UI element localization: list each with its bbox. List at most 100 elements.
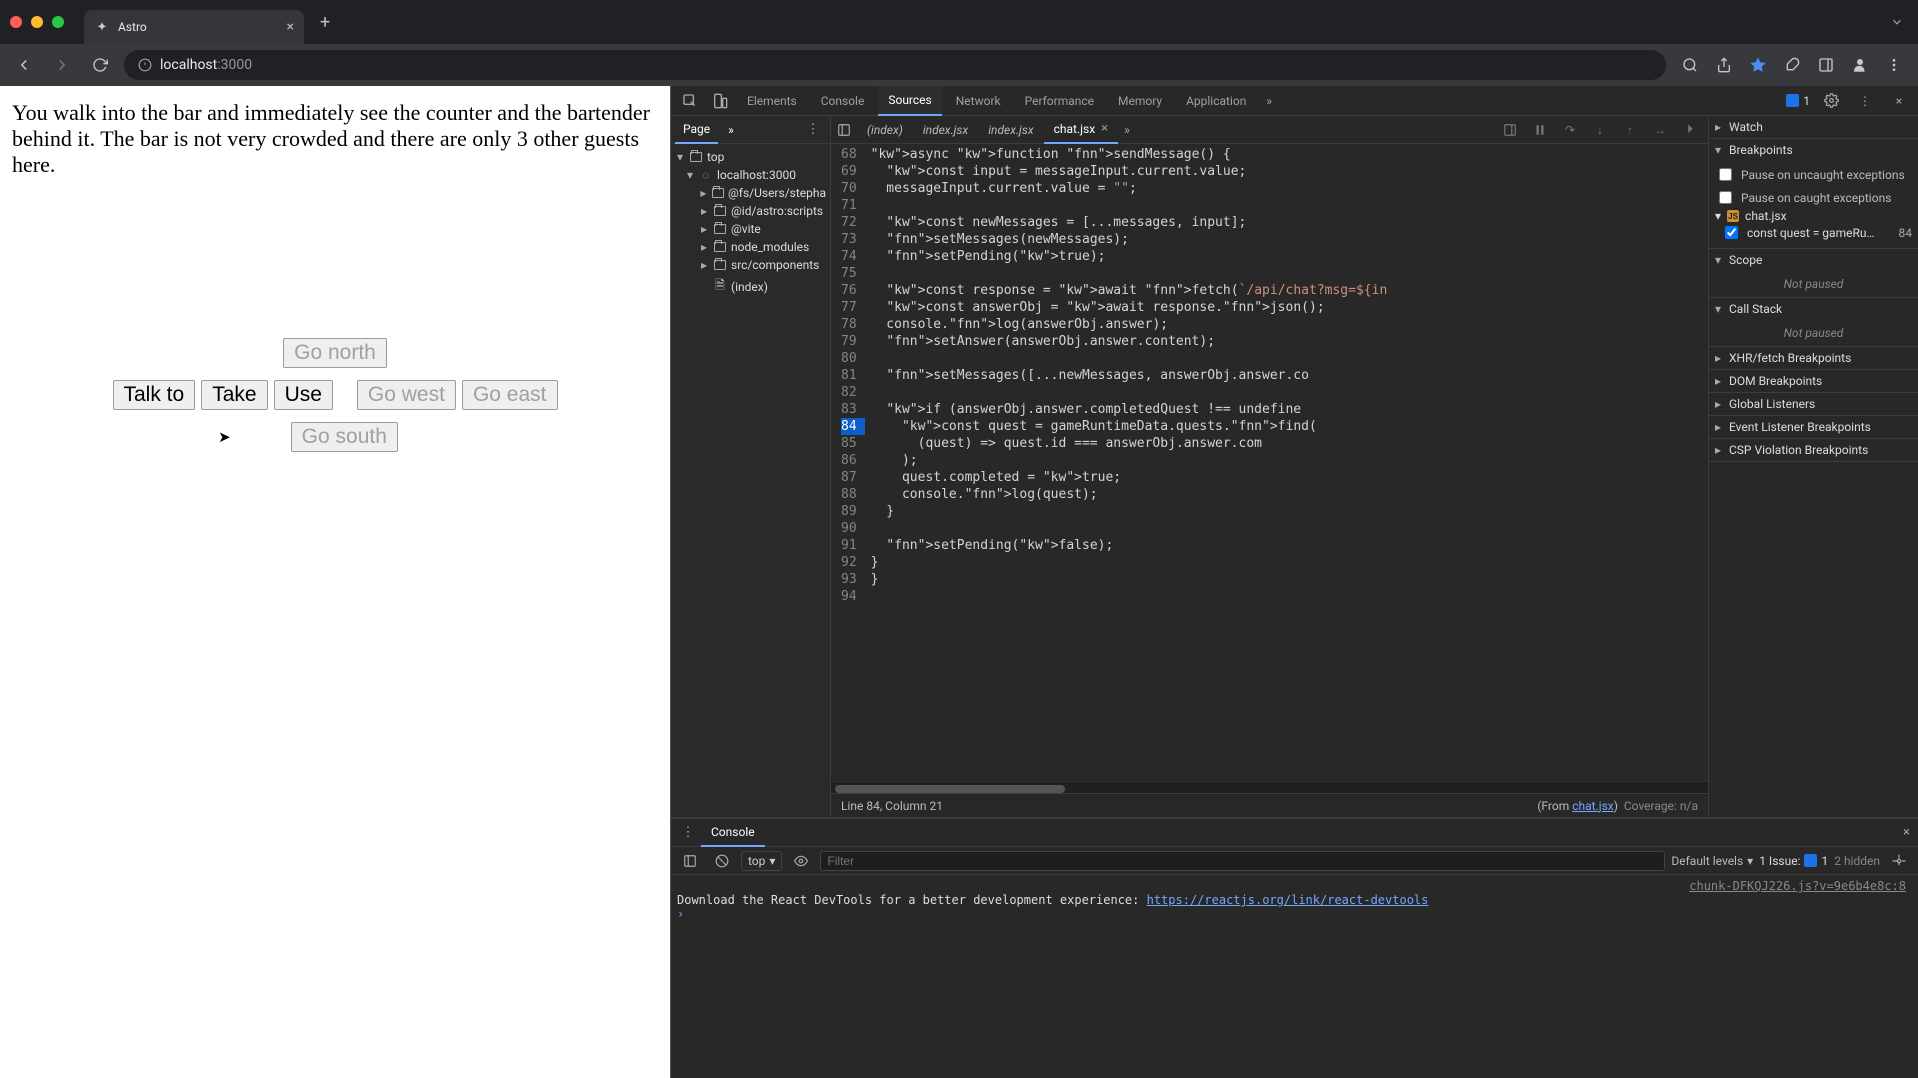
tab-memory[interactable]: Memory: [1108, 86, 1172, 116]
tree-folder: @vite: [731, 222, 761, 236]
mouse-cursor-icon: ➤: [218, 428, 231, 458]
devtools-close-icon[interactable]: ×: [1886, 88, 1912, 114]
horizontal-scrollbar[interactable]: [831, 783, 1708, 793]
side-panel-icon[interactable]: [1812, 51, 1840, 79]
tree-folder: @id/astro:scripts: [731, 204, 823, 218]
new-tab-button[interactable]: +: [314, 12, 336, 33]
file-tab-active[interactable]: chat.jsx×: [1044, 116, 1118, 144]
tab-performance[interactable]: Performance: [1015, 86, 1104, 116]
bookmark-star-icon[interactable]: [1744, 51, 1772, 79]
take-button[interactable]: Take: [201, 380, 267, 410]
close-tab-button[interactable]: ×: [287, 19, 294, 35]
back-button[interactable]: [10, 51, 38, 79]
device-toolbar-icon[interactable]: [707, 88, 733, 114]
pane-event-listeners[interactable]: ▸Event Listener Breakpoints: [1709, 416, 1918, 438]
pane-watch[interactable]: ▸Watch: [1709, 116, 1918, 138]
console-output[interactable]: chunk-DFKQJ226.js?v=9e6b4e8c:8 Download …: [671, 875, 1918, 1078]
toggle-navigator-icon[interactable]: [831, 123, 857, 137]
console-issues[interactable]: 1 Issue:1: [1759, 854, 1828, 868]
editor-tabs: (index) index.jsx index.jsx chat.jsx× » …: [831, 116, 1708, 144]
nav-tab-overflow[interactable]: »: [720, 116, 742, 144]
menu-icon[interactable]: [1880, 51, 1908, 79]
console-sidebar-icon[interactable]: [677, 848, 703, 874]
console-settings-icon[interactable]: [1886, 848, 1912, 874]
extensions-icon[interactable]: [1778, 51, 1806, 79]
tree-file-index: (index): [731, 280, 768, 294]
step-over-icon[interactable]: ↷: [1558, 118, 1582, 142]
step-into-icon[interactable]: ↓: [1588, 118, 1612, 142]
pane-breakpoints[interactable]: ▾Breakpoints: [1709, 139, 1918, 161]
go-west-button[interactable]: Go west: [357, 380, 456, 410]
close-file-icon[interactable]: ×: [1101, 121, 1108, 136]
tab-application[interactable]: Application: [1176, 86, 1256, 116]
reload-button[interactable]: [86, 51, 114, 79]
breakpoint-file[interactable]: ▾JSchat.jsx: [1715, 209, 1912, 223]
nav-more-icon[interactable]: ⋮: [800, 117, 826, 143]
issues-indicator[interactable]: 1: [1786, 94, 1810, 108]
forward-button[interactable]: [48, 51, 76, 79]
console-prompt[interactable]: ›: [677, 907, 1912, 921]
step-out-icon[interactable]: ↑: [1618, 118, 1642, 142]
use-button[interactable]: Use: [274, 380, 333, 410]
fullscreen-window-button[interactable]: [52, 16, 64, 28]
debugger-pane: ▸Watch ▾Breakpoints Pause on uncaught ex…: [1708, 116, 1918, 817]
react-devtools-link[interactable]: https://reactjs.org/link/react-devtools: [1147, 893, 1429, 907]
tree-folder: node_modules: [731, 240, 809, 254]
tab-network[interactable]: Network: [946, 86, 1011, 116]
inspect-element-icon[interactable]: [677, 88, 703, 114]
url-bar[interactable]: localhost:3000: [124, 50, 1666, 80]
file-tab[interactable]: (index): [857, 116, 913, 144]
share-icon[interactable]: [1710, 51, 1738, 79]
profile-icon[interactable]: [1846, 51, 1874, 79]
go-east-button[interactable]: Go east: [462, 380, 558, 410]
console-filter[interactable]: [820, 851, 1665, 871]
browser-tab-active[interactable]: ✦ Astro ×: [84, 10, 304, 44]
minimize-window-button[interactable]: [31, 16, 43, 28]
scope-empty: Not paused: [1709, 271, 1918, 297]
pane-global-listeners[interactable]: ▸Global Listeners: [1709, 393, 1918, 415]
go-south-button[interactable]: Go south: [291, 422, 398, 452]
devtools-toolbar: Elements Console Sources Network Perform…: [671, 86, 1918, 116]
talk-to-button[interactable]: Talk to: [113, 380, 196, 410]
step-icon[interactable]: →: [1648, 118, 1672, 142]
file-tab[interactable]: index.jsx: [978, 116, 1043, 144]
tree-top: top: [707, 150, 724, 164]
site-info-icon[interactable]: [138, 58, 152, 72]
code-editor[interactable]: 6869707172737475767778798081828384858687…: [831, 144, 1708, 783]
file-tree[interactable]: ▾top ▾◌localhost:3000 ▸@fs/Users/stepha …: [671, 144, 830, 817]
toggle-debugger-pane-icon[interactable]: [1498, 118, 1522, 142]
drawer-tab-console[interactable]: Console: [701, 819, 765, 847]
pane-dom[interactable]: ▸DOM Breakpoints: [1709, 370, 1918, 392]
go-north-button[interactable]: Go north: [283, 338, 387, 368]
pause-caught-checkbox[interactable]: Pause on caught exceptions: [1715, 186, 1912, 209]
pane-callstack[interactable]: ▾Call Stack: [1709, 298, 1918, 320]
log-levels-select[interactable]: Default levels ▾: [1671, 854, 1753, 868]
settings-gear-icon[interactable]: [1818, 88, 1844, 114]
tab-sources[interactable]: Sources: [878, 86, 941, 116]
drawer-menu-icon[interactable]: ⋮: [675, 820, 701, 846]
hidden-count: 2 hidden: [1834, 854, 1880, 868]
log-source-link[interactable]: chunk-DFKQJ226.js?v=9e6b4e8c:8: [677, 879, 1912, 893]
tabs-overflow-icon[interactable]: »: [1260, 94, 1278, 108]
deactivate-breakpoints-icon[interactable]: ⏵: [1678, 118, 1702, 142]
tab-elements[interactable]: Elements: [737, 86, 807, 116]
live-expr-icon[interactable]: [788, 848, 814, 874]
pause-script-icon[interactable]: [1528, 118, 1552, 142]
tab-overflow-button[interactable]: [1886, 11, 1908, 33]
close-window-button[interactable]: [10, 16, 22, 28]
close-drawer-icon[interactable]: ×: [1899, 821, 1914, 844]
console-context-select[interactable]: top▾: [741, 851, 782, 871]
clear-console-icon[interactable]: [709, 848, 735, 874]
file-tabs-overflow[interactable]: »: [1118, 123, 1136, 137]
sourcemap-link[interactable]: chat.jsx: [1572, 799, 1614, 813]
pause-uncaught-checkbox[interactable]: Pause on uncaught exceptions: [1715, 163, 1912, 186]
pane-xhr[interactable]: ▸XHR/fetch Breakpoints: [1709, 347, 1918, 369]
devtools-menu-icon[interactable]: ⋮: [1852, 88, 1878, 114]
zoom-icon[interactable]: [1676, 51, 1704, 79]
breakpoint-entry[interactable]: const quest = gameRu…84: [1715, 223, 1912, 242]
pane-scope[interactable]: ▾Scope: [1709, 249, 1918, 271]
pane-csp[interactable]: ▸CSP Violation Breakpoints: [1709, 439, 1918, 461]
nav-tab-page[interactable]: Page: [675, 116, 718, 144]
file-tab[interactable]: index.jsx: [913, 116, 978, 144]
tab-console[interactable]: Console: [811, 86, 875, 116]
